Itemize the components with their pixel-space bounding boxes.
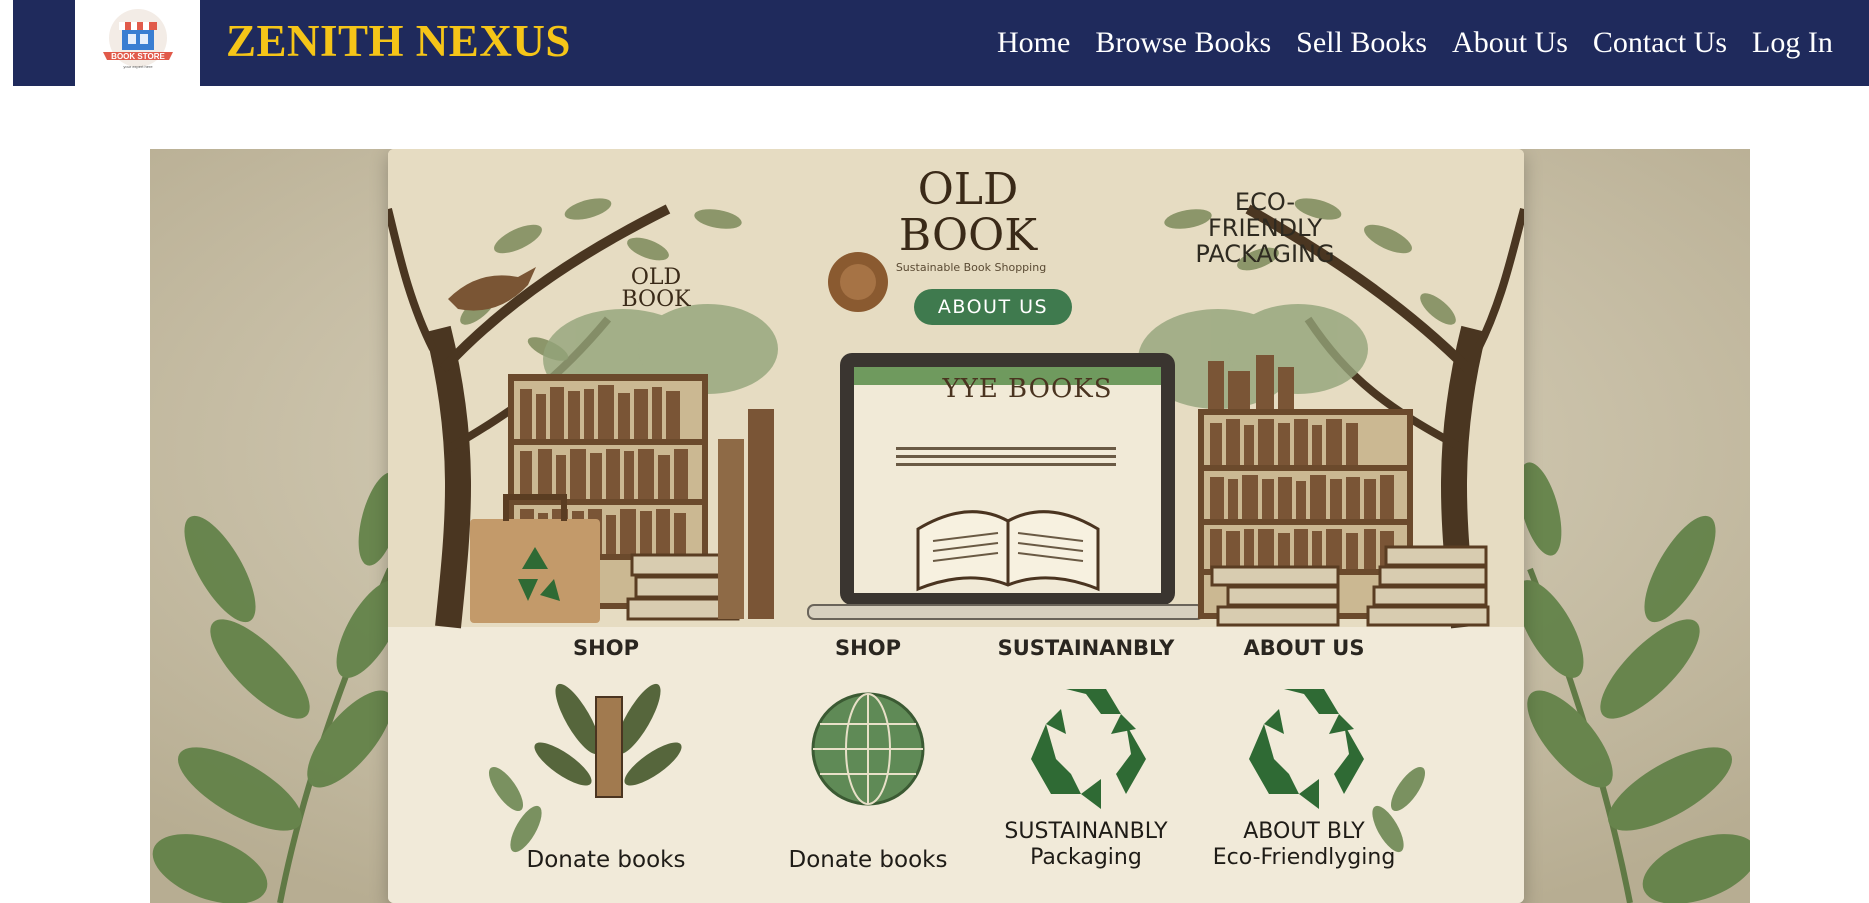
nav-about-us[interactable]: About Us: [1452, 26, 1568, 60]
nav-contact-us[interactable]: Contact Us: [1593, 26, 1727, 60]
hero-illustration: OLD BOOK Sustainable Book Shopping ABOUT…: [388, 149, 1524, 903]
hero-title: OLD BOOK: [898, 164, 1038, 261]
nav-home[interactable]: Home: [997, 26, 1070, 60]
hero-banner: OLD BOOK Sustainable Book Shopping ABOUT…: [150, 149, 1750, 903]
recycle-icon: [1031, 689, 1146, 809]
moon-icon[interactable]: [953, 24, 987, 62]
feature-subtitle: Donate books: [788, 847, 948, 873]
bookstore-logo-icon: BOOK STORE your expert here: [103, 9, 173, 69]
feature-title: SHOP: [835, 636, 901, 660]
eco-packaging-label: ECO-FRIENDLY PACKAGING: [1195, 188, 1335, 268]
old-book-small-label: OLD BOOK: [621, 265, 691, 312]
feature-subtitle: SUSTAINANBLY Packaging: [1004, 819, 1168, 870]
feature-title: ABOUT US: [1243, 636, 1365, 660]
logo[interactable]: BOOK STORE your expert here: [75, 0, 200, 86]
nav-sell-books[interactable]: Sell Books: [1296, 26, 1427, 60]
brand-title[interactable]: ZENITH NEXUS: [226, 14, 571, 68]
hero-tagline: Sustainable Book Shopping: [895, 261, 1047, 274]
nav-links: Home Browse Books Sell Books About Us Co…: [997, 20, 1833, 66]
laptop-heading: YYE BOOKS: [942, 374, 1113, 404]
logo-tagline: your expert here: [123, 64, 153, 69]
navbar: BOOK STORE your expert here ZENITH NEXUS…: [13, 0, 1869, 86]
feature-subtitle: Donate books: [526, 847, 686, 873]
feature-subtitle: ABOUT BLY Eco-Friendlyging: [1212, 819, 1396, 870]
globe-icon: [811, 692, 925, 806]
about-us-button[interactable]: ABOUT US: [914, 289, 1072, 325]
feature-title: SHOP: [573, 636, 639, 660]
nav-browse-books[interactable]: Browse Books: [1095, 26, 1271, 60]
leaf-book-icon: [534, 683, 682, 798]
feature-title: SUSTAINANBLY: [997, 636, 1175, 660]
nav-log-in[interactable]: Log In: [1752, 26, 1833, 60]
logo-text: BOOK STORE: [111, 52, 165, 61]
recycle-icon: [1249, 689, 1364, 809]
